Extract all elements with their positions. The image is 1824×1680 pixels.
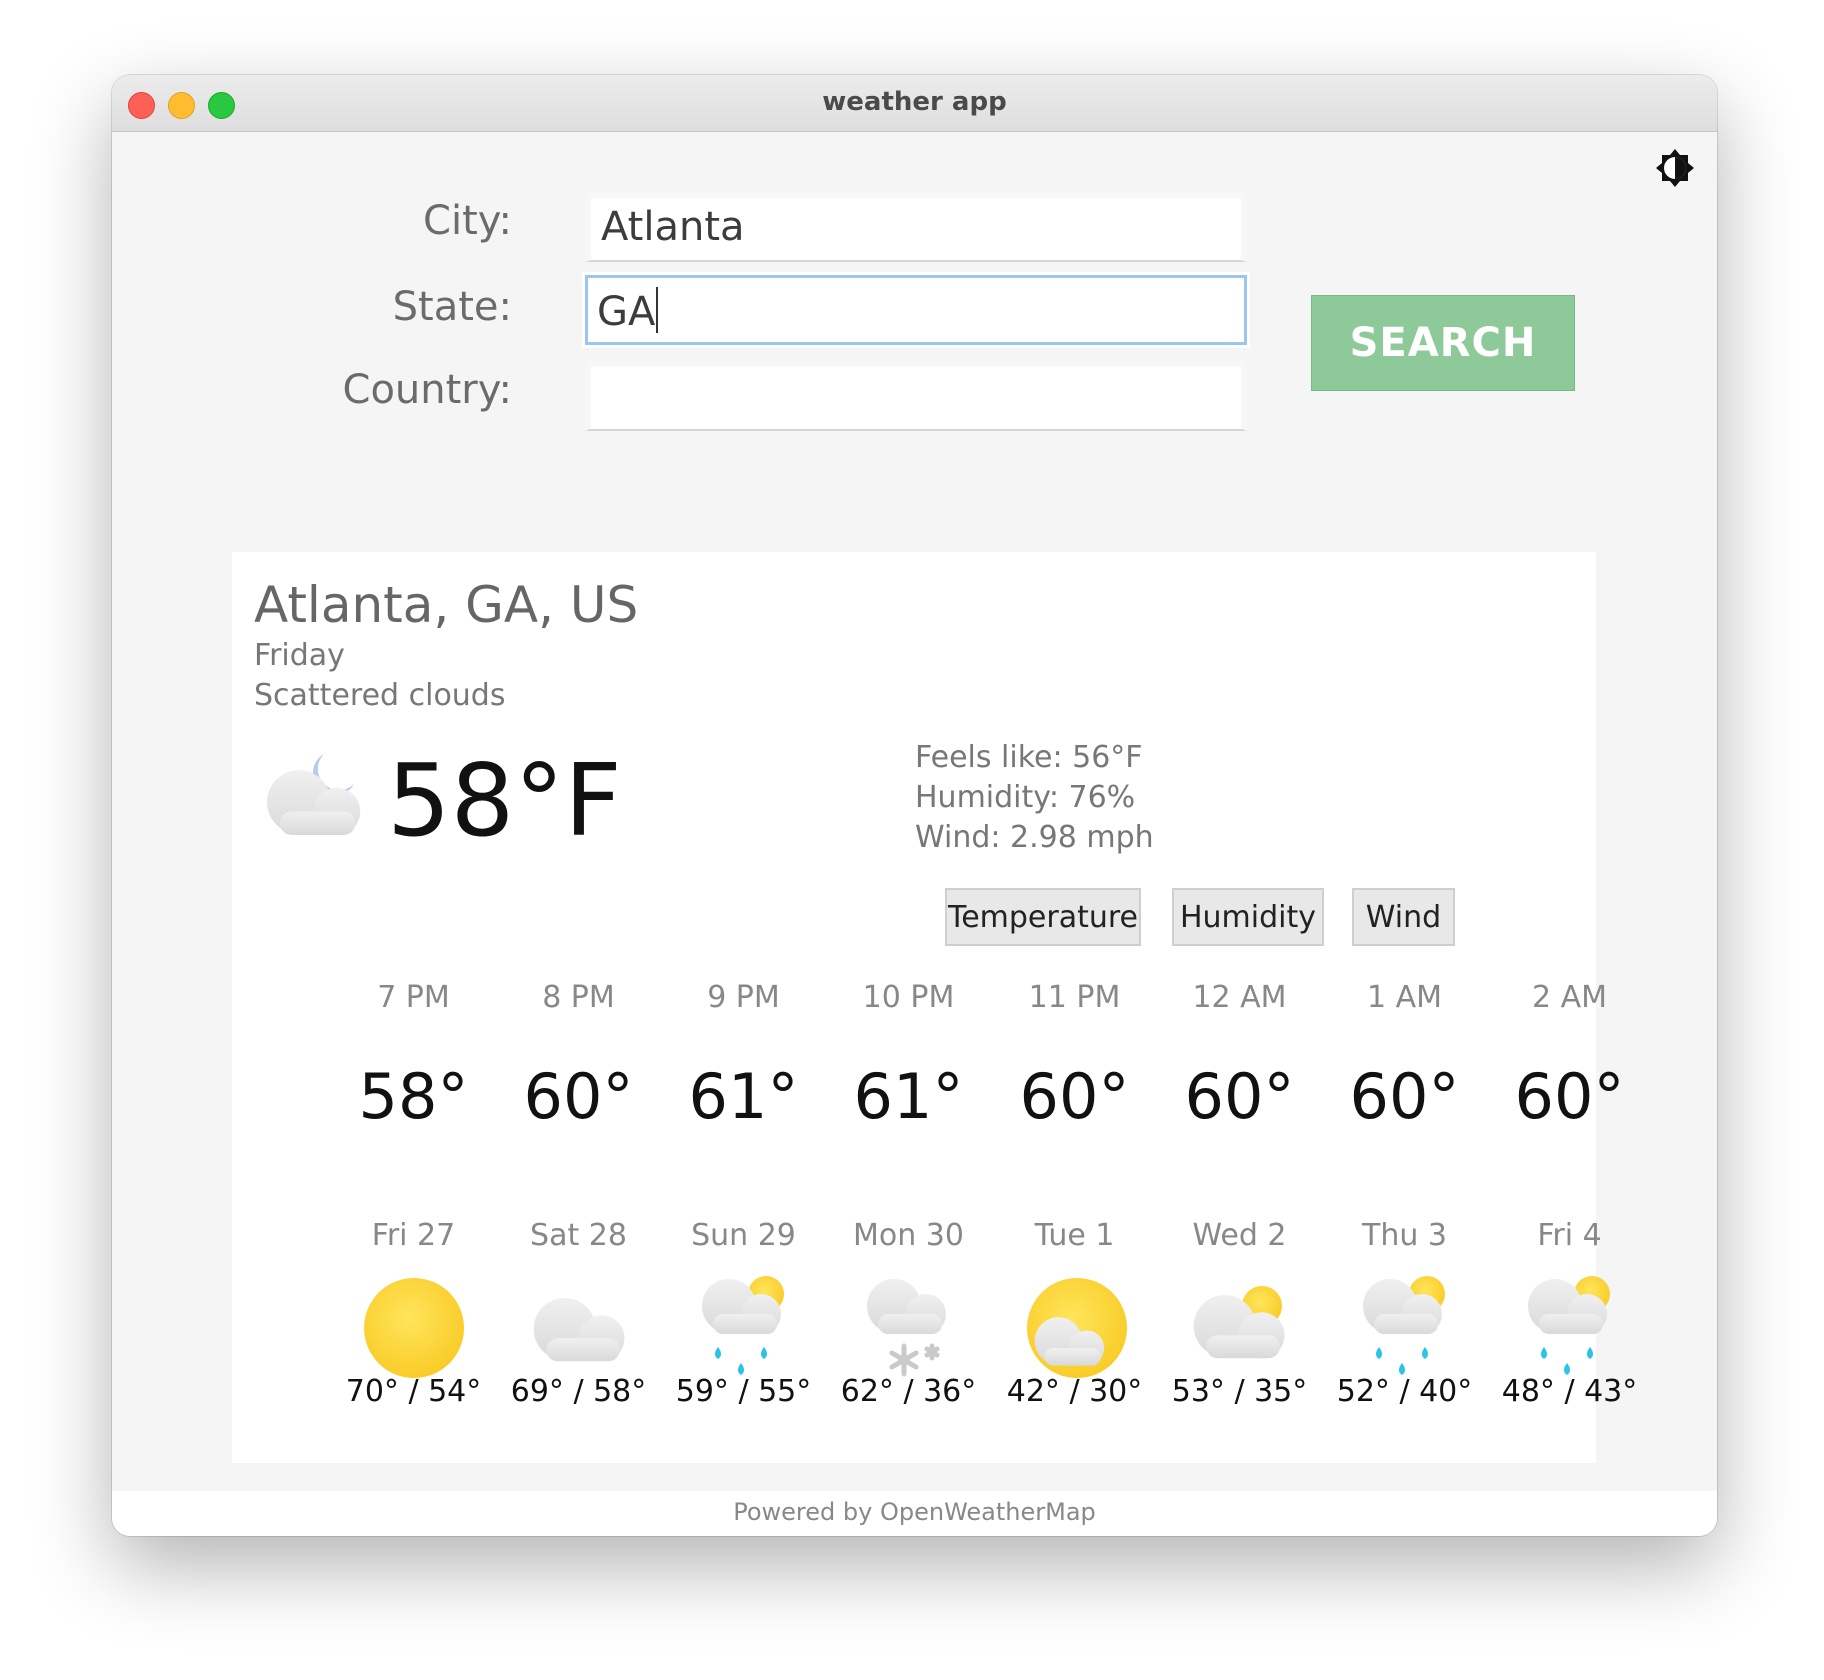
- window-title: weather app: [822, 87, 1007, 117]
- state-input-value: GA: [597, 289, 656, 335]
- day-label: Tue 1: [1034, 1218, 1115, 1253]
- hour-time: 10 PM: [862, 980, 955, 1015]
- hour-temperature: 60°: [1184, 1060, 1295, 1133]
- city-input-value: Atlanta: [601, 204, 745, 250]
- hour-time: 12 AM: [1192, 980, 1287, 1015]
- hour-temperature: 61°: [688, 1060, 799, 1133]
- day-label: Thu 3: [1362, 1218, 1447, 1253]
- day-temp-range: 69° / 58°: [510, 1374, 647, 1409]
- current-temperature: 58°F: [387, 742, 622, 859]
- state-label: State:: [392, 284, 512, 330]
- weather-card: Atlanta, GA, US Friday Scattered clouds …: [232, 552, 1637, 1463]
- current-condition: Scattered clouds: [254, 678, 506, 713]
- hour-time: 1 AM: [1366, 980, 1443, 1015]
- rain-icon: [1322, 1274, 1487, 1386]
- search-button[interactable]: SEARCH: [1311, 295, 1575, 391]
- hour-time: 9 PM: [707, 980, 780, 1015]
- text-caret: [656, 287, 659, 333]
- hour-temperature: 60°: [1514, 1060, 1625, 1133]
- location-title: Atlanta, GA, US: [254, 576, 639, 634]
- feels-like: Feels like: 56°F: [915, 740, 1143, 775]
- day-label: Fri 27: [371, 1218, 456, 1253]
- hour-time: 8 PM: [542, 980, 615, 1015]
- sun-icon: [331, 1274, 496, 1386]
- wind: Wind: 2.98 mph: [915, 820, 1154, 855]
- humidity: Humidity: 76%: [915, 780, 1136, 815]
- current-day: Friday: [254, 638, 345, 673]
- snow-icon: [826, 1274, 991, 1386]
- city-label: City:: [423, 198, 512, 244]
- hour-temperature: 60°: [1019, 1060, 1130, 1133]
- partly-cloudy-icon: [1157, 1274, 1322, 1386]
- city-input[interactable]: Atlanta: [585, 192, 1247, 262]
- day-temp-range: 53° / 35°: [1171, 1374, 1308, 1409]
- day-label: Mon 30: [853, 1218, 964, 1253]
- hour-temperature: 58°: [358, 1060, 469, 1133]
- title-bar: weather app: [112, 75, 1717, 132]
- brightness-icon: [1656, 149, 1694, 187]
- hour-time: 2 AM: [1531, 980, 1608, 1015]
- night-cloud-icon: [266, 754, 361, 836]
- tab-temperature[interactable]: Temperature: [945, 888, 1141, 946]
- day-label: Fri 4: [1537, 1218, 1602, 1253]
- state-input[interactable]: GA: [585, 275, 1247, 345]
- day-label: Sun 29: [691, 1218, 796, 1253]
- hour-time: 7 PM: [377, 980, 450, 1015]
- attribution-footer: Powered by OpenWeatherMap: [112, 1491, 1717, 1536]
- hour-temperature: 61°: [853, 1060, 964, 1133]
- day-temp-range: 70° / 54°: [345, 1374, 482, 1409]
- day-temp-range: 59° / 55°: [675, 1374, 812, 1409]
- hour-temperature: 60°: [523, 1060, 634, 1133]
- country-input[interactable]: [585, 361, 1247, 431]
- cloud-icon: [496, 1274, 661, 1386]
- day-label: Sat 28: [530, 1218, 627, 1253]
- hour-temperature: 60°: [1349, 1060, 1460, 1133]
- day-temp-range: 42° / 30°: [1006, 1374, 1143, 1409]
- rain-icon: [661, 1274, 826, 1386]
- app-window: weather app City: Atlanta State: GA Coun…: [112, 75, 1717, 1536]
- day-label: Wed 2: [1192, 1218, 1287, 1253]
- tab-wind[interactable]: Wind: [1352, 888, 1455, 946]
- day-temp-range: 48° / 43°: [1501, 1374, 1638, 1409]
- country-label: Country:: [342, 367, 512, 413]
- tab-humidity[interactable]: Humidity: [1172, 888, 1324, 946]
- sun-cloud-icon: [992, 1274, 1157, 1386]
- day-temp-range: 62° / 36°: [840, 1374, 977, 1409]
- day-temp-range: 52° / 40°: [1336, 1374, 1473, 1409]
- theme-toggle-button[interactable]: [1654, 147, 1696, 189]
- rain-icon: [1487, 1274, 1652, 1386]
- hour-time: 11 PM: [1028, 980, 1121, 1015]
